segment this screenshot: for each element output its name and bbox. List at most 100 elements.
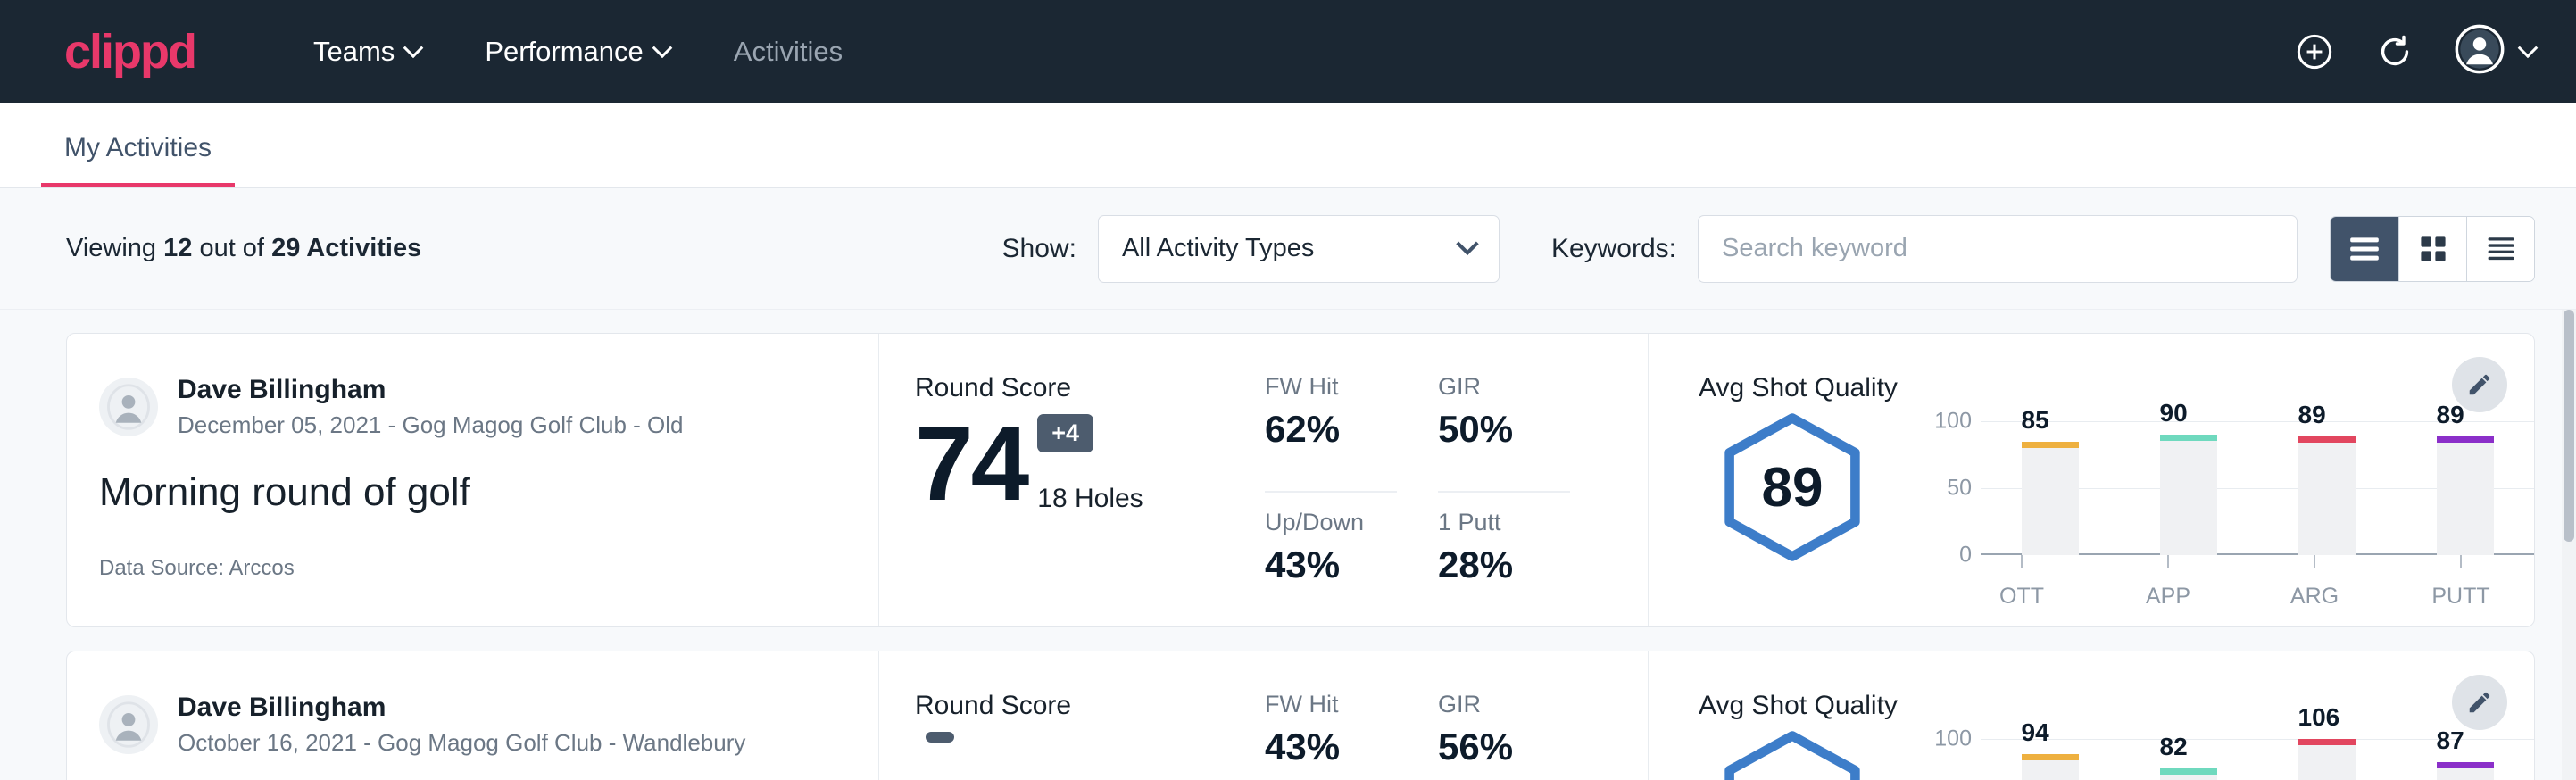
round-score-column: Round Score FW Hit 43% GIR 56% bbox=[879, 651, 1649, 780]
bar-value-label: 85 bbox=[2022, 406, 2049, 435]
avg-shot-quality-body: 100 50 0 bbox=[1699, 726, 2534, 780]
bar-value-label: 90 bbox=[2160, 399, 2188, 427]
view-mode-grid-button[interactable] bbox=[2398, 217, 2466, 281]
stat-gir: GIR 56% bbox=[1438, 691, 1570, 780]
shot-quality-score bbox=[1699, 726, 1886, 780]
bar-value-label: 87 bbox=[2437, 726, 2464, 755]
author-name: Dave Billingham bbox=[178, 373, 684, 407]
shot-quality-score: 89 bbox=[1699, 409, 1886, 566]
filter-controls: Show: All Activity Types Keywords: Searc… bbox=[1002, 215, 2535, 283]
y-tick-label: 0 bbox=[1959, 543, 1972, 568]
edit-activity-button[interactable] bbox=[2452, 675, 2507, 730]
bar-value-label: 89 bbox=[2298, 401, 2326, 429]
scrollbar-thumb[interactable] bbox=[2564, 310, 2574, 542]
bar-app: 82 bbox=[2119, 739, 2257, 780]
x-tick bbox=[2021, 555, 2023, 568]
x-tick-label: OTT bbox=[1949, 584, 2095, 610]
activity-card[interactable]: Dave Billingham October 16, 2021 - Gog M… bbox=[66, 651, 2535, 780]
stat-value: 43% bbox=[1265, 726, 1397, 768]
round-score-value-row: 74 +4 18 Holes bbox=[915, 414, 1245, 514]
chart-y-axis: 100 50 0 bbox=[1918, 739, 1972, 780]
stat-label: GIR bbox=[1438, 691, 1570, 718]
clippd-logo[interactable]: clippd bbox=[64, 28, 195, 76]
round-score-column: Round Score 74 +4 18 Holes FW Hit 62% GI… bbox=[879, 334, 1649, 626]
hexagon-badge bbox=[1714, 726, 1871, 780]
stat-label: FW Hit bbox=[1265, 373, 1397, 401]
bar-cap bbox=[2160, 435, 2217, 441]
stat-value: 43% bbox=[1265, 544, 1397, 586]
bar-app: 90 bbox=[2119, 421, 2257, 555]
stat-up-down: Up/Down 43% bbox=[1265, 509, 1397, 626]
shot-quality-chart: 100 50 0 bbox=[1886, 409, 2534, 610]
x-tick-label: APP bbox=[2095, 584, 2241, 610]
nav-item-performance[interactable]: Performance bbox=[453, 36, 701, 68]
bar-ott: 85 bbox=[1981, 421, 2119, 555]
view-mode-toggle-group bbox=[2330, 216, 2535, 282]
chevron-down-icon bbox=[1456, 232, 1478, 254]
bar-cap bbox=[2022, 442, 2079, 448]
activity-author: Dave Billingham December 05, 2021 - Gog … bbox=[99, 373, 843, 440]
viewing-middle: out of bbox=[199, 234, 264, 262]
activity-data-source: Data Source: Arccos bbox=[99, 556, 843, 581]
account-menu[interactable] bbox=[2455, 24, 2535, 79]
chart-bars: 94 82 bbox=[1981, 739, 2534, 780]
stat-value: 28% bbox=[1438, 544, 1570, 586]
bar-arg: 106 bbox=[2257, 739, 2396, 780]
bar-putt: 87 bbox=[2396, 739, 2534, 780]
pencil-icon bbox=[2466, 371, 2493, 398]
hexagon-icon bbox=[1714, 726, 1871, 780]
nav-item-label: Performance bbox=[485, 36, 643, 68]
nav-item-teams[interactable]: Teams bbox=[281, 36, 453, 68]
bar-arg: 89 bbox=[2257, 421, 2396, 555]
bar-value-label: 94 bbox=[2022, 718, 2049, 747]
avg-shot-quality-label: Avg Shot Quality bbox=[1699, 373, 2534, 403]
round-score-block: Round Score 74 +4 18 Holes bbox=[915, 373, 1245, 626]
stat-label: Up/Down bbox=[1265, 509, 1397, 536]
chevron-down-icon bbox=[403, 37, 424, 58]
score-to-par-badge bbox=[926, 732, 954, 743]
add-circle-icon[interactable] bbox=[2294, 31, 2335, 72]
avatar bbox=[99, 378, 158, 436]
viewing-count-text: Viewing 12 out of 29 Activities bbox=[66, 234, 421, 263]
account-avatar-icon bbox=[2455, 24, 2505, 79]
round-stats-grid: FW Hit 43% GIR 56% bbox=[1265, 691, 1570, 780]
vertical-scrollbar[interactable] bbox=[2562, 310, 2576, 780]
chevron-down-icon bbox=[652, 37, 672, 58]
search-input[interactable]: Search keyword bbox=[1698, 215, 2298, 283]
score-to-par-badge: +4 bbox=[1037, 414, 1093, 452]
chart-plot-area: 94 82 bbox=[1981, 739, 2534, 780]
chart-y-axis: 100 50 0 bbox=[1918, 421, 1972, 555]
bar-value-label: 82 bbox=[2160, 733, 2188, 761]
round-stats-grid: FW Hit 62% GIR 50% Up/Down 43% 1 Putt 28… bbox=[1265, 373, 1570, 626]
stat-label: FW Hit bbox=[1265, 691, 1397, 718]
shot-quality-column: Avg Shot Quality 100 50 bbox=[1649, 651, 2534, 780]
y-tick-label: 50 bbox=[1947, 476, 1972, 502]
round-score-value-row bbox=[915, 732, 1245, 780]
stat-one-putt: 1 Putt 28% bbox=[1438, 509, 1570, 626]
hexagon-badge: 89 bbox=[1714, 409, 1871, 566]
x-tick bbox=[2167, 555, 2169, 568]
activity-card[interactable]: Dave Billingham December 05, 2021 - Gog … bbox=[66, 333, 2535, 627]
chart-bars: 85 90 bbox=[1981, 421, 2534, 555]
activity-type-select[interactable]: All Activity Types bbox=[1098, 215, 1500, 283]
nav-item-activities[interactable]: Activities bbox=[702, 36, 875, 68]
tab-my-activities[interactable]: My Activities bbox=[41, 133, 235, 187]
bar-cap bbox=[2160, 768, 2217, 775]
round-score-label: Round Score bbox=[915, 691, 1245, 721]
top-navigation-bar: clippd Teams Performance Activities bbox=[0, 0, 2576, 103]
holes-count: 18 Holes bbox=[1037, 484, 1143, 514]
bar-putt: 89 bbox=[2396, 421, 2534, 555]
bar-cap bbox=[2437, 762, 2494, 768]
edit-activity-button[interactable] bbox=[2452, 357, 2507, 412]
view-mode-detail-button[interactable] bbox=[2466, 217, 2534, 281]
show-label: Show: bbox=[1002, 234, 1076, 264]
stat-fw-hit: FW Hit 43% bbox=[1265, 691, 1397, 780]
refresh-icon[interactable] bbox=[2374, 31, 2415, 72]
view-mode-list-button[interactable] bbox=[2331, 217, 2398, 281]
y-tick-label: 100 bbox=[1934, 409, 1972, 435]
avg-shot-quality-label: Avg Shot Quality bbox=[1699, 691, 2534, 721]
chart-x-axis: OTT APP ARG PUTT bbox=[1949, 584, 2534, 610]
activities-list: Dave Billingham December 05, 2021 - Gog … bbox=[0, 310, 2576, 780]
x-tick-label: PUTT bbox=[2388, 584, 2534, 610]
round-score-value: 74 bbox=[915, 414, 1026, 514]
